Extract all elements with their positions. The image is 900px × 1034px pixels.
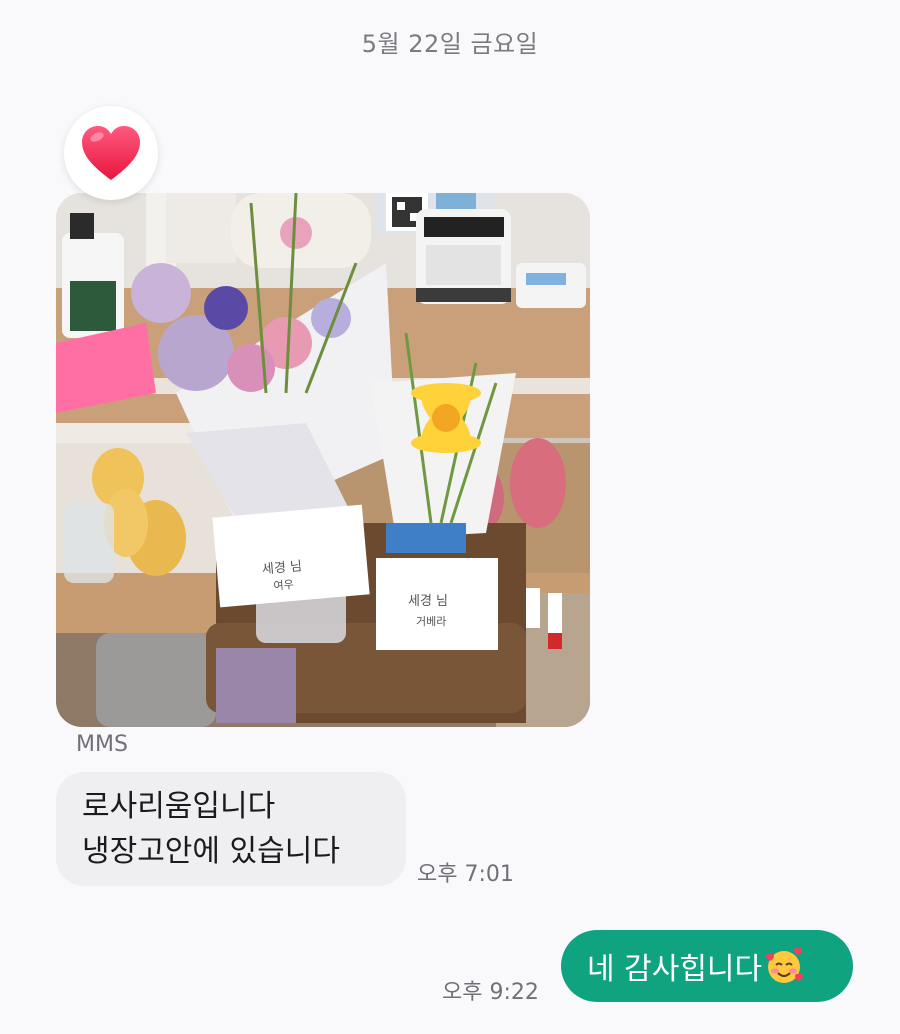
incoming-timestamp: 오후 7:01 (417, 862, 514, 887)
message-line: 로사리움입니다 (82, 789, 276, 824)
mms-photo[interactable]: 세경 님 여우 세경 님 거베라 (56, 193, 590, 727)
message-line: 냉장고안에 있습니다 (82, 834, 340, 869)
date-separator: 5월 22일 금요일 (361, 30, 539, 58)
svg-text:거베라: 거베라 (416, 615, 446, 628)
svg-text:여우: 여우 (273, 578, 294, 593)
smiling-face-with-hearts-icon (764, 946, 804, 986)
flower-photo-illustration: 세경 님 여우 세경 님 거베라 (56, 193, 590, 727)
reaction-badge[interactable] (64, 106, 158, 200)
svg-text:세경 님: 세경 님 (408, 594, 448, 609)
incoming-message-bubble[interactable]: 로사리움입니다 냉장고안에 있습니다 (56, 772, 406, 886)
outgoing-message-bubble[interactable]: 네 감사힙니다 (561, 930, 853, 1002)
outgoing-message-text: 네 감사힙니다 (587, 952, 763, 987)
outgoing-timestamp: 오후 9:22 (442, 980, 539, 1005)
mms-label: MMS (76, 732, 128, 757)
heart-icon (82, 126, 140, 180)
